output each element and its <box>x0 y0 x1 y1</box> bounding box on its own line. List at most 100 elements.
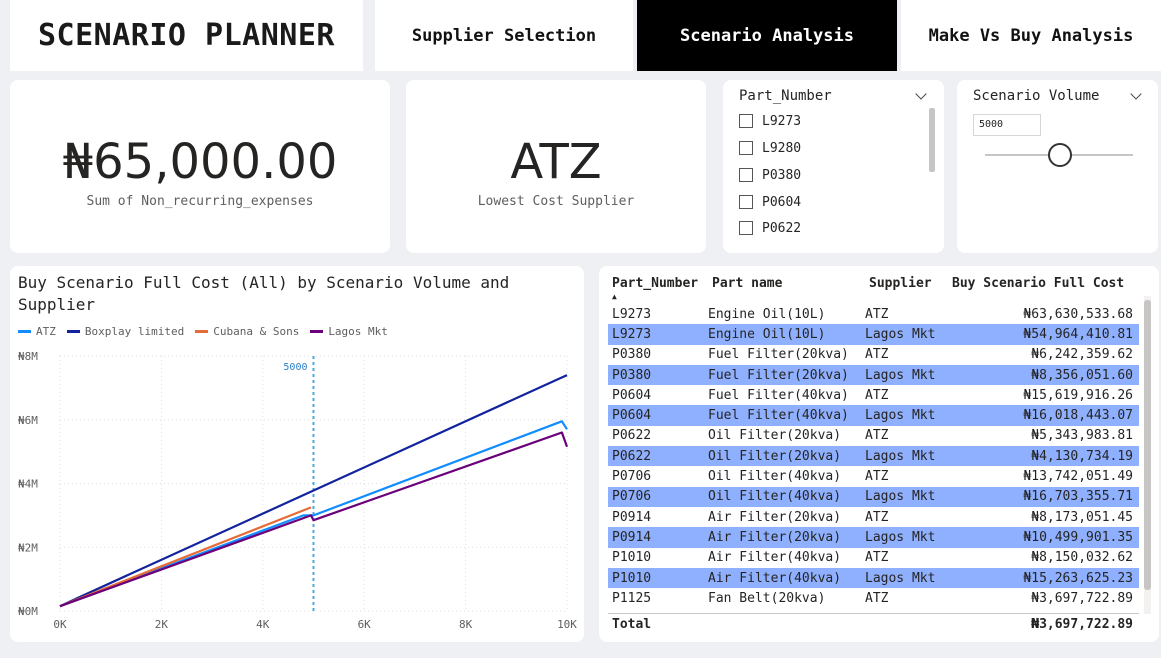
slicer-item-l9280[interactable]: L9280 <box>739 138 801 158</box>
cell-part-number: P0380 <box>612 347 652 363</box>
table-row[interactable]: P1125 Fan Belt(20kva) ATZ ₦3,697,722.89 <box>608 588 1139 606</box>
cell-part-name: Oil Filter(20kva) <box>708 448 842 464</box>
kpi-value-non-recurring: ₦65,000.00 <box>62 134 338 190</box>
series-line-boxplay-limited <box>59 374 568 608</box>
y-tick-label: ₦4M <box>18 478 38 491</box>
cell-supplier: ATZ <box>865 590 889 606</box>
cell-part-name: Engine Oil(10L) <box>708 326 826 342</box>
scenario-volume-slider-thumb[interactable] <box>1048 143 1072 167</box>
sort-ascending-icon[interactable]: ▲ <box>612 292 617 301</box>
cell-part-number: L9273 <box>612 326 652 342</box>
table-row[interactable]: P0706 Oil Filter(40kva) ATZ ₦13,742,051.49 <box>608 466 1139 486</box>
table-row[interactable]: P0604 Fuel Filter(40kva) Lagos Mkt ₦16,018,… <box>608 405 1139 426</box>
cell-full-cost: ₦13,742,051.49 <box>1023 469 1133 485</box>
y-tick-label: ₦0M <box>18 605 38 618</box>
cell-part-number: P0914 <box>612 509 652 525</box>
cell-supplier: Lagos Mkt <box>865 367 936 383</box>
slicer-scrollbar[interactable] <box>929 108 935 172</box>
column-header-supplier[interactable]: Supplier <box>869 276 932 291</box>
scenario-volume-slicer: Scenario Volume 5000 <box>957 80 1158 253</box>
table-row[interactable]: P0914 Air Filter(20kva) ATZ ₦8,173,051.45 <box>608 507 1139 527</box>
cell-part-name: Oil Filter(40kva) <box>708 469 842 485</box>
checkbox-icon[interactable] <box>739 141 753 155</box>
chevron-down-icon[interactable] <box>915 88 927 100</box>
slicer-item-p0604[interactable]: P0604 <box>739 192 801 212</box>
cell-part-name: Oil Filter(40kva) <box>708 489 842 505</box>
checkbox-icon[interactable] <box>739 168 753 182</box>
x-tick-label: 8K <box>459 618 473 631</box>
column-header-part-number[interactable]: Part_Number <box>612 276 698 291</box>
table-row[interactable]: P0622 Oil Filter(20kva) ATZ ₦5,343,983.81 <box>608 426 1139 446</box>
app-title: SCENARIO PLANNER <box>38 18 335 53</box>
slicer-item-p0380[interactable]: P0380 <box>739 165 801 185</box>
x-tick-label: 6K <box>358 618 372 631</box>
cell-part-name: Fuel Filter(40kva) <box>708 408 849 424</box>
column-header-buy-scenario-full-cost[interactable]: Buy Scenario Full Cost <box>952 276 1124 291</box>
tab-make-vs-buy-analysis[interactable]: Make Vs Buy Analysis <box>901 0 1161 71</box>
cell-full-cost: ₦63,630,533.68 <box>1023 306 1133 322</box>
checkbox-icon[interactable] <box>739 221 753 235</box>
slicer-item-l9273[interactable]: L9273 <box>739 111 801 131</box>
cell-supplier: Lagos Mkt <box>865 408 936 424</box>
cell-full-cost: ₦8,173,051.45 <box>1031 509 1133 525</box>
cell-supplier: ATZ <box>865 469 889 485</box>
cell-full-cost: ₦16,018,443.07 <box>1023 408 1133 424</box>
y-tick-label: ₦2M <box>18 541 38 554</box>
cell-part-name: Fuel Filter(40kva) <box>708 387 849 403</box>
cell-part-number: P0706 <box>612 489 652 505</box>
cell-part-number: P0622 <box>612 428 652 444</box>
cell-part-number: P0604 <box>612 387 652 403</box>
cell-part-name: Air Filter(20kva) <box>708 529 842 545</box>
cell-part-name: Fan Belt(20kva) <box>708 590 826 606</box>
x-tick-label: 0K <box>53 618 67 631</box>
table-row[interactable]: L9273 Engine Oil(10L) ATZ ₦63,630,533.68 <box>608 304 1139 324</box>
tab-scenario-analysis[interactable]: Scenario Analysis <box>637 0 897 71</box>
cell-full-cost: ₦8,356,051.60 <box>1031 367 1133 383</box>
table-row[interactable]: P0622 Oil Filter(20kva) Lagos Mkt ₦4,130,73… <box>608 446 1139 467</box>
x-tick-label: 10K <box>557 618 577 631</box>
table-row[interactable]: P0380 Fuel Filter(20kva) ATZ ₦6,242,359.62 <box>608 345 1139 365</box>
cell-part-name: Air Filter(20kva) <box>708 509 842 525</box>
cell-part-name: Fuel Filter(20kva) <box>708 367 849 383</box>
slicer-item-p0622[interactable]: P0622 <box>739 218 801 238</box>
checkbox-icon[interactable] <box>739 195 753 209</box>
cell-supplier: ATZ <box>865 550 889 566</box>
chevron-down-icon[interactable] <box>1130 88 1142 100</box>
cell-full-cost: ₦5,343,983.81 <box>1031 428 1133 444</box>
cell-full-cost: ₦16,703,355.71 <box>1023 489 1133 505</box>
table-body: L9273 Engine Oil(10L) ATZ ₦63,630,533.68 L92… <box>608 304 1139 606</box>
kpi-card-lowest-supplier: ATZ Lowest Cost Supplier <box>406 80 706 253</box>
cell-part-name: Fuel Filter(20kva) <box>708 347 849 363</box>
table-row[interactable]: L9273 Engine Oil(10L) Lagos Mkt ₦54,964,410… <box>608 324 1139 345</box>
checkbox-icon[interactable] <box>739 114 753 128</box>
cell-supplier: ATZ <box>865 347 889 363</box>
tab-supplier-selection[interactable]: Supplier Selection <box>375 0 633 71</box>
scenario-volume-title: Scenario Volume <box>973 88 1100 104</box>
reference-line-label: 5000 <box>283 362 307 373</box>
cell-part-number: P1125 <box>612 590 652 606</box>
kpi-value-lowest-supplier: ATZ <box>510 134 602 190</box>
line-chart-plot[interactable]: ₦0M ₦2M ₦4M ₦6M ₦8M 0K 2K 4K 6K 8K 10K 5000 <box>10 266 584 642</box>
scenario-volume-input[interactable]: 5000 <box>973 114 1041 136</box>
table-row[interactable]: P0604 Fuel Filter(40kva) ATZ ₦15,619,916.26 <box>608 385 1139 405</box>
cell-part-number: P0604 <box>612 408 652 424</box>
cell-supplier: Lagos Mkt <box>865 529 936 545</box>
cell-full-cost: ₦15,263,625.23 <box>1023 570 1133 586</box>
table-scrollbar[interactable] <box>1144 296 1151 614</box>
table-row[interactable]: P0914 Air Filter(20kva) Lagos Mkt ₦10,499,9… <box>608 527 1139 548</box>
cell-part-number: P0622 <box>612 448 652 464</box>
table-row[interactable]: P1010 Air Filter(40kva) Lagos Mkt ₦15,263,6… <box>608 567 1139 589</box>
cell-full-cost: ₦15,619,916.26 <box>1023 387 1133 403</box>
cell-part-number: P0914 <box>612 529 652 545</box>
cell-part-number: P1010 <box>612 570 652 586</box>
table-row[interactable]: P0706 Oil Filter(40kva) Lagos Mkt ₦16,703,3… <box>608 486 1139 507</box>
cell-part-number: P1010 <box>612 550 652 566</box>
column-header-part-name[interactable]: Part name <box>712 276 782 291</box>
cell-full-cost: ₦6,242,359.62 <box>1031 347 1133 363</box>
table-row[interactable]: P1010 Air Filter(40kva) ATZ ₦8,150,032.62 <box>608 548 1139 568</box>
kpi-label-lowest-supplier: Lowest Cost Supplier <box>477 194 635 209</box>
series-line-cubana-sons <box>59 506 312 608</box>
table-scrollbar-thumb[interactable] <box>1144 300 1151 590</box>
table-row[interactable]: P0380 Fuel Filter(20kva) Lagos Mkt ₦8,356,0… <box>608 364 1139 386</box>
cell-part-name: Air Filter(40kva) <box>708 570 842 586</box>
